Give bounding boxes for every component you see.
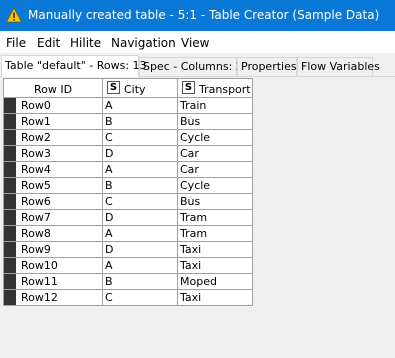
city-cell[interactable]: A [103,258,178,274]
row-id-cell[interactable]: Row10 [3,258,103,274]
row-id-cell[interactable]: Row6 [3,194,103,210]
row-hilite-marker [4,210,16,225]
row-hilite-marker [4,178,16,193]
row-hilite-marker [4,194,16,209]
window-title-bar: Manually created table - 5:1 - Table Cre… [0,0,395,31]
transport-cell[interactable]: Bus [178,194,253,210]
column-header-label: Transport [199,83,251,96]
menu-edit[interactable]: Edit [37,36,60,50]
transport-cell[interactable]: Tram [178,210,253,226]
string-type-icon: S [107,81,120,94]
row-id-cell[interactable]: Row1 [3,114,103,130]
column-header-transport[interactable]: S Transport [177,78,253,98]
row-hilite-marker [4,290,16,305]
row-hilite-marker [4,130,16,145]
menu-view[interactable]: View [181,36,209,50]
city-cell[interactable]: B [103,178,178,194]
transport-cell[interactable]: Taxi [178,258,253,274]
transport-cell[interactable]: Car [178,162,253,178]
row-id-text: Row2 [21,131,51,144]
city-cell[interactable]: B [103,114,178,130]
tab-spec[interactable]: Spec - Columns: 2 [139,57,243,76]
transport-cell[interactable]: Moped [178,274,253,290]
row-hilite-marker [4,226,16,241]
row-hilite-marker [4,242,16,257]
city-cell[interactable]: A [103,226,178,242]
menu-file[interactable]: File [6,36,26,50]
transport-cell[interactable]: Cycle [178,178,253,194]
row-id-text: Row1 [21,115,51,128]
column-header-city[interactable]: S City [102,78,178,98]
row-id-cell[interactable]: Row5 [3,178,103,194]
menu-bar: File Edit Hilite Navigation View [0,31,395,53]
tab-bar: Table "default" - Rows: 13 Spec - Column… [0,53,395,77]
row-id-text: Row8 [21,227,51,240]
row-id-text: Row12 [21,291,58,304]
transport-cell[interactable]: Taxi [178,290,253,306]
window-title: Manually created table - 5:1 - Table Cre… [28,8,380,22]
transport-cell[interactable]: Train [178,98,253,114]
city-cell[interactable]: A [103,162,178,178]
row-hilite-marker [4,162,16,177]
row-id-text: Row10 [21,259,58,272]
row-hilite-marker [4,274,16,289]
city-cell[interactable]: D [103,146,178,162]
row-id-cell[interactable]: Row11 [3,274,103,290]
row-id-cell[interactable]: Row4 [3,162,103,178]
row-id-text: Row11 [21,275,58,288]
menu-hilite[interactable]: Hilite [70,36,101,50]
row-id-cell[interactable]: Row0 [3,98,103,114]
column-header-row-id[interactable]: Row ID [3,78,103,98]
city-cell[interactable]: C [103,194,178,210]
row-id-cell[interactable]: Row12 [3,290,103,306]
city-cell[interactable]: C [103,130,178,146]
row-id-text: Row4 [21,163,51,176]
warning-triangle-icon [6,7,22,23]
tab-properties[interactable]: Properties [237,57,297,76]
row-id-text: Row9 [21,243,51,256]
city-cell[interactable]: A [103,98,178,114]
row-id-cell[interactable]: Row9 [3,242,103,258]
column-header-label: Row ID [34,83,73,96]
row-id-cell[interactable]: Row2 [3,130,103,146]
transport-cell[interactable]: Bus [178,114,253,130]
row-hilite-marker [4,146,16,161]
tab-table-default[interactable]: Table "default" - Rows: 13 [1,55,147,77]
row-id-cell[interactable]: Row3 [3,146,103,162]
transport-cell[interactable]: Taxi [178,242,253,258]
row-hilite-marker [4,98,16,113]
city-cell[interactable]: C [103,290,178,306]
city-cell[interactable]: D [103,242,178,258]
row-hilite-marker [4,258,16,273]
table-view[interactable]: Row ID S City S Transport Row0 A Train Row1… [3,78,395,358]
tab-flow-variables[interactable]: Flow Variables [297,57,380,76]
row-id-text: Row6 [21,195,51,208]
transport-cell[interactable]: Tram [178,226,253,242]
row-hilite-marker [4,114,16,129]
row-id-cell[interactable]: Row8 [3,226,103,242]
column-header-label: City [124,83,146,96]
row-id-text: Row3 [21,147,51,160]
row-id-text: Row0 [21,99,51,112]
menu-navigation[interactable]: Navigation [111,36,176,50]
row-id-text: Row5 [21,179,51,192]
city-cell[interactable]: B [103,274,178,290]
transport-cell[interactable]: Cycle [178,130,253,146]
city-cell[interactable]: D [103,210,178,226]
row-id-text: Row7 [21,211,51,224]
transport-cell[interactable]: Car [178,146,253,162]
row-id-cell[interactable]: Row7 [3,210,103,226]
string-type-icon: S [182,81,195,94]
